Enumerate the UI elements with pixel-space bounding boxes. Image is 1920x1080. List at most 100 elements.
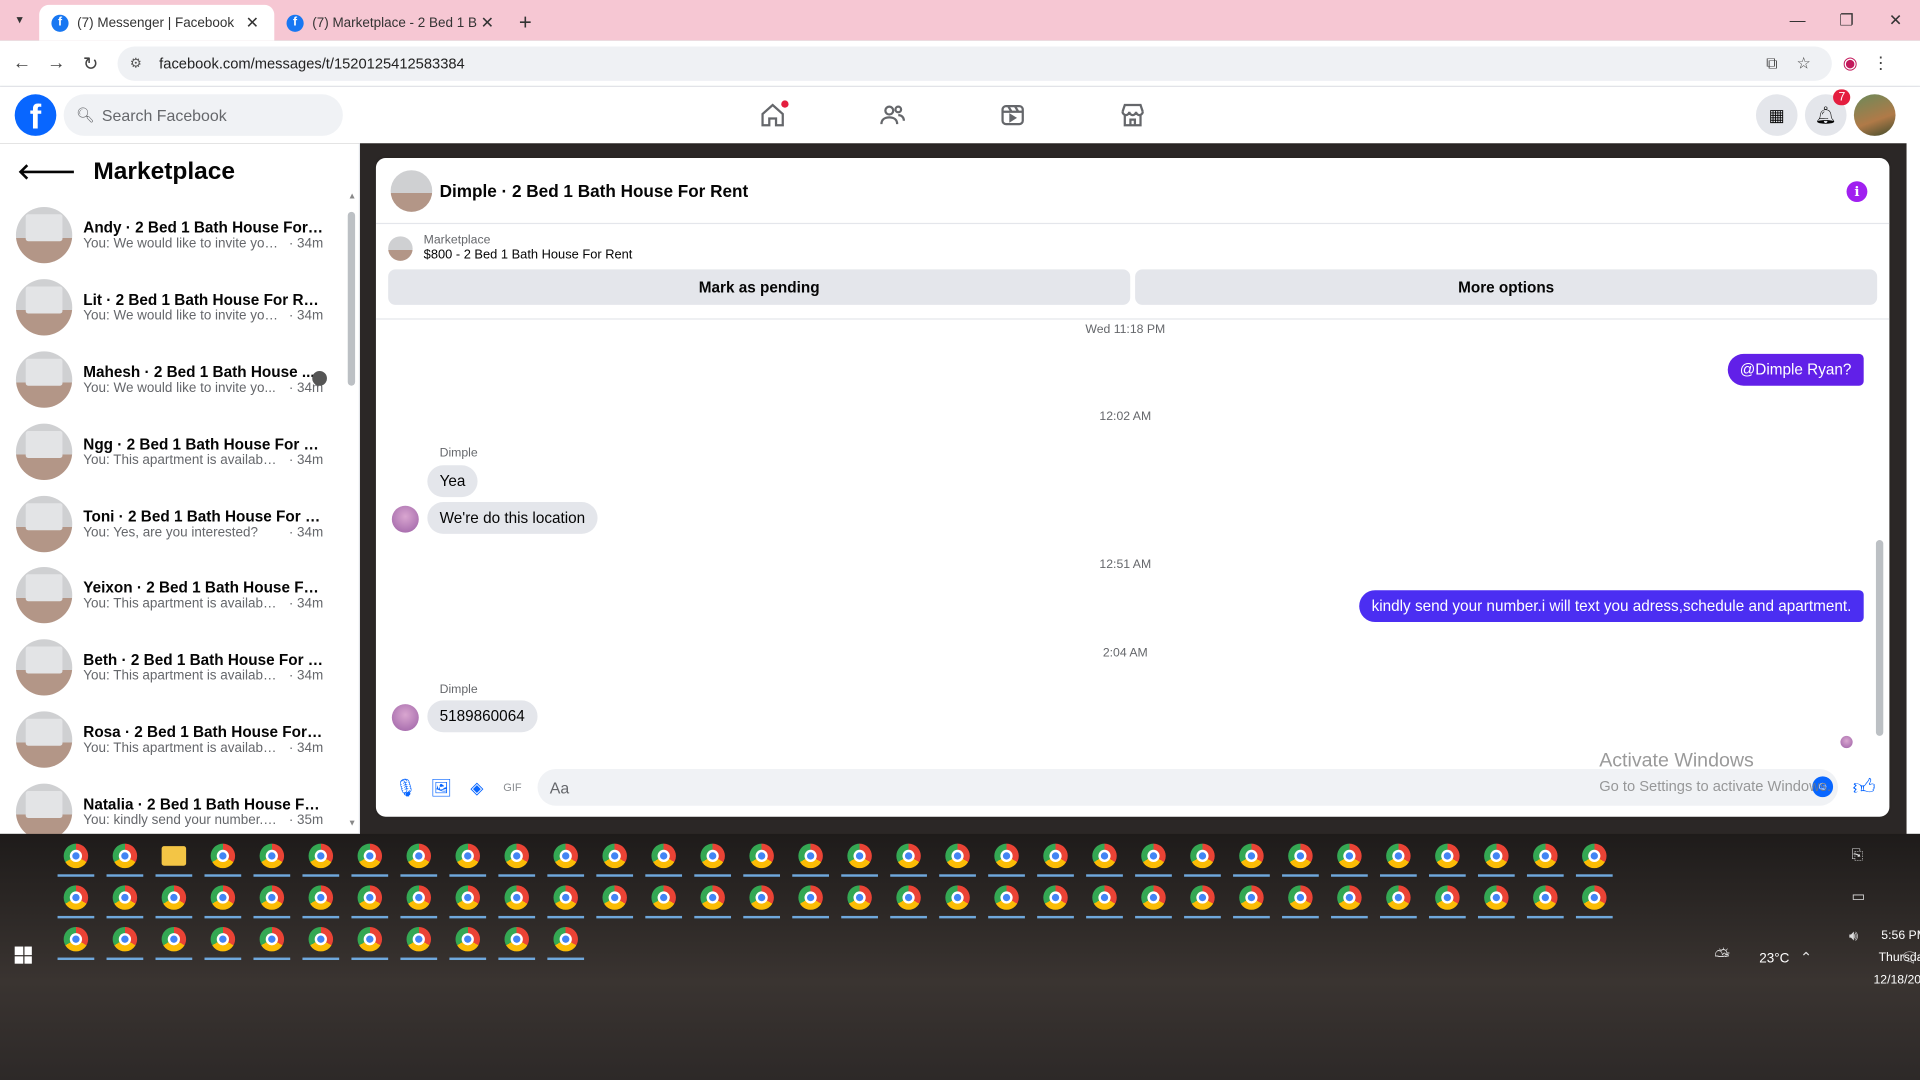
taskbar-app-button[interactable]	[982, 835, 1031, 877]
notification-center-icon[interactable]: 🗨︎	[1900, 949, 1919, 966]
account-avatar[interactable]	[1853, 94, 1896, 136]
taskbar-app-button[interactable]	[1423, 877, 1472, 919]
taskbar-app-button[interactable]	[1521, 835, 1570, 877]
taskbar-app-button[interactable]	[1129, 835, 1178, 877]
outgoing-message[interactable]: kindly send your number.i will text you …	[1359, 590, 1864, 623]
taskbar-app-button[interactable]	[884, 835, 933, 877]
taskbar-app-button[interactable]	[149, 877, 198, 919]
taskbar-app-button[interactable]	[1080, 835, 1129, 877]
taskbar-app-button[interactable]	[1423, 835, 1472, 877]
address-bar[interactable]: ⚙ facebook.com/messages/t/15201254125833…	[117, 45, 1832, 81]
taskbar-app-button[interactable]	[345, 877, 394, 919]
taskbar-app-button[interactable]	[394, 918, 443, 961]
taskbar-app-button[interactable]	[1325, 877, 1374, 919]
conversation-item[interactable]: Beth · 2 Bed 1 Bath House For R... You: T…	[0, 632, 359, 704]
taskbar-app-button[interactable]	[590, 835, 639, 877]
listing-title[interactable]: $800 - 2 Bed 1 Bath House For Rent	[424, 247, 633, 262]
clock-date[interactable]: 12/18/2025	[1861, 973, 1920, 986]
taskbar-app-button[interactable]	[394, 877, 443, 919]
taskbar-app-button[interactable]	[198, 835, 247, 877]
taskbar-app-button[interactable]	[1374, 877, 1423, 919]
more-options-button[interactable]: More options	[1135, 269, 1878, 305]
sender-avatar[interactable]	[391, 704, 419, 732]
tab-search-icon[interactable]: ▾	[0, 0, 39, 40]
site-info-icon[interactable]: ⚙	[130, 55, 147, 71]
install-app-icon[interactable]: ⧉	[1756, 53, 1788, 73]
taskbar-app-button[interactable]	[198, 918, 247, 961]
taskbar-app-button[interactable]	[198, 877, 247, 919]
volume-icon[interactable]: 🔊︎	[1849, 927, 1858, 945]
taskbar-app-button[interactable]	[1521, 877, 1570, 919]
chevron-up-icon[interactable]: ⌃	[1800, 949, 1812, 966]
incoming-message[interactable]: We're do this location	[427, 502, 598, 534]
scroll-down-icon[interactable]: ▼	[348, 819, 356, 828]
conversation-item[interactable]: Rosa · 2 Bed 1 Bath House For R... You: T…	[0, 704, 359, 776]
chat-title[interactable]: Dimple · 2 Bed 1 Bath House For Rent	[440, 181, 749, 201]
menu-grid-button[interactable]: ▦	[1755, 94, 1798, 136]
info-icon[interactable]: i	[1846, 181, 1868, 203]
taskbar-app-button[interactable]	[51, 835, 100, 877]
weather-icon[interactable]: ⛅︎	[1714, 947, 1730, 969]
notifications-button[interactable]: 🔔︎ 7	[1804, 89, 1851, 136]
chat-avatar[interactable]	[390, 169, 433, 212]
reload-icon[interactable]: ↻	[73, 52, 107, 74]
new-tab-button[interactable]: +	[509, 5, 541, 41]
taskbar-app-button[interactable]	[1129, 877, 1178, 919]
taskbar-app-button[interactable]	[492, 918, 541, 961]
taskbar-app-button[interactable]	[1276, 877, 1325, 919]
taskbar-app-button[interactable]	[1031, 835, 1080, 877]
taskbar-app-button[interactable]	[149, 918, 198, 961]
facebook-logo-icon[interactable]: f	[14, 94, 57, 136]
taskbar-app-button[interactable]	[443, 918, 492, 961]
taskbar-app-button[interactable]	[590, 877, 639, 919]
thumbs-up-icon[interactable]: 👍︎	[1853, 774, 1876, 801]
nav-marketplace[interactable]	[1073, 87, 1193, 143]
incoming-message[interactable]: 5189860064	[427, 700, 537, 733]
bookmark-star-icon[interactable]: ☆	[1788, 53, 1820, 73]
listing-thumbnail[interactable]	[388, 235, 413, 261]
taskbar-app-button[interactable]	[639, 877, 688, 919]
clock-time[interactable]: 5:56 PM	[1861, 929, 1920, 942]
taskbar-app-button[interactable]	[296, 835, 345, 877]
taskbar-app-button[interactable]	[884, 877, 933, 919]
taskbar-app-button[interactable]	[247, 877, 296, 919]
taskbar-app-button[interactable]	[345, 918, 394, 961]
taskbar-app-button[interactable]	[639, 835, 688, 877]
nav-friends[interactable]	[833, 87, 953, 143]
taskbar-app-button[interactable]	[1227, 835, 1276, 877]
taskbar-app-button[interactable]	[688, 835, 737, 877]
taskbar-app-button[interactable]	[1472, 835, 1521, 877]
search-input[interactable]: 🔍︎ Search Facebook	[63, 94, 343, 136]
taskbar-app-button[interactable]	[51, 918, 100, 961]
conversation-item[interactable]: Yeixon · 2 Bed 1 Bath House For ... You: …	[0, 560, 359, 632]
taskbar-app-button[interactable]	[688, 877, 737, 919]
taskbar-app-button[interactable]	[100, 877, 149, 919]
taskbar-app-button[interactable]	[1325, 835, 1374, 877]
taskbar-app-button[interactable]	[835, 877, 884, 919]
taskbar-app-button[interactable]	[1570, 877, 1619, 919]
taskbar-app-button[interactable]	[541, 835, 590, 877]
taskbar-app-button[interactable]	[492, 835, 541, 877]
conversation-item[interactable]: Mahesh · 2 Bed 1 Bath House ... You: We w…	[0, 344, 359, 416]
taskbar-app-button[interactable]	[933, 877, 982, 919]
taskbar-app-button[interactable]	[1178, 877, 1227, 919]
conversation-item[interactable]: Toni · 2 Bed 1 Bath House For Rent You: Y…	[0, 488, 359, 560]
taskbar-app-button[interactable]	[51, 877, 100, 919]
taskbar-app-button[interactable]	[100, 835, 149, 877]
scroll-up-icon[interactable]: ▲	[348, 192, 356, 201]
taskbar-app-button[interactable]	[345, 835, 394, 877]
gif-icon[interactable]: GIF	[495, 781, 531, 793]
taskbar-app-button[interactable]	[737, 835, 786, 877]
taskbar-app-button[interactable]	[100, 918, 149, 961]
taskbar-app-button[interactable]	[1080, 877, 1129, 919]
tab-messenger[interactable]: f (7) Messenger | Facebook ✕	[39, 4, 275, 41]
taskbar-app-button[interactable]	[394, 835, 443, 877]
tab-marketplace[interactable]: f (7) Marketplace - 2 Bed 1 Bath ✕	[274, 5, 509, 41]
microphone-icon[interactable]: 🎙︎	[388, 777, 424, 798]
nav-video[interactable]	[953, 87, 1073, 143]
back-arrow-icon[interactable]: 🡐	[17, 159, 76, 185]
taskbar-app-button[interactable]	[1472, 877, 1521, 919]
close-window-icon[interactable]: ✕	[1871, 10, 1920, 30]
taskbar-app-button[interactable]	[492, 877, 541, 919]
profile-icon[interactable]: ◉	[1832, 53, 1869, 74]
